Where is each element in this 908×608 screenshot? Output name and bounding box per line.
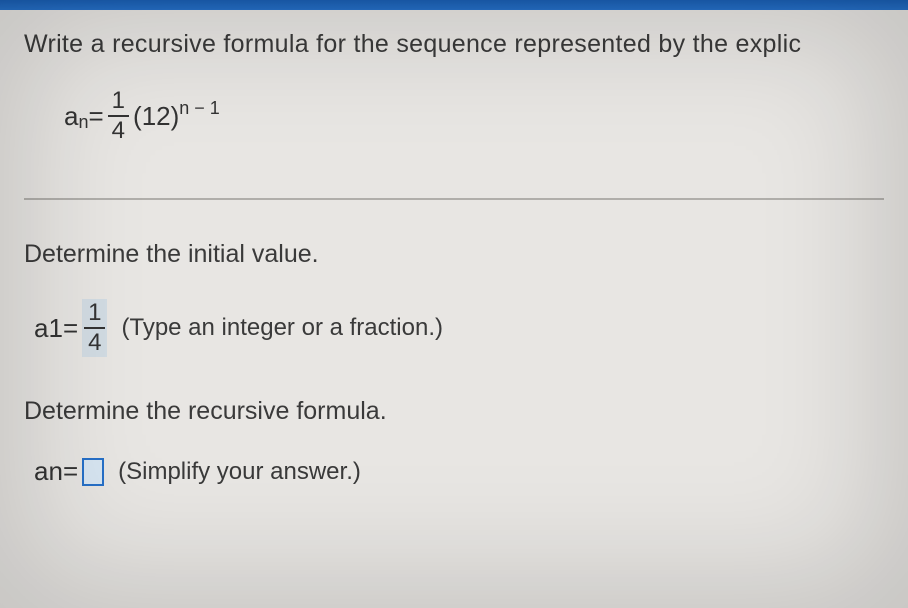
explicit-formula: an = 1 4 (12)n − 1 <box>64 89 884 143</box>
problem-content: Write a recursive formula for the sequen… <box>0 10 908 608</box>
a1-hint: (Type an integer or a fraction.) <box>121 314 443 342</box>
formula-lhs-sub: n <box>78 112 88 133</box>
recursive-formula-input[interactable] <box>82 458 104 486</box>
a1-equals: = <box>63 313 78 344</box>
a1-var: a <box>34 313 48 344</box>
recursive-formula-row: an = (Simplify your answer.) <box>34 456 884 487</box>
section1-heading: Determine the initial value. <box>24 240 884 269</box>
question-prompt: Write a recursive formula for the sequen… <box>24 30 884 59</box>
an-hint: (Simplify your answer.) <box>118 458 361 486</box>
section2-heading: Determine the recursive formula. <box>24 397 884 426</box>
a1-frac-den: 4 <box>84 329 105 355</box>
section-divider <box>24 198 884 200</box>
an-sub: n <box>48 456 62 487</box>
formula-frac-den: 4 <box>108 117 129 143</box>
an-equals: = <box>63 456 78 487</box>
window-title-bar <box>0 0 908 10</box>
formula-lhs-var: a <box>64 101 78 132</box>
formula-equals: = <box>88 101 103 132</box>
an-var: a <box>34 456 48 487</box>
formula-exp: n − 1 <box>179 98 220 119</box>
formula-frac-num: 1 <box>108 89 129 117</box>
formula-fraction: 1 4 <box>108 89 129 143</box>
a1-frac-num: 1 <box>84 301 105 329</box>
initial-value-row: a1 = 1 4 (Type an integer or a fraction.… <box>34 299 884 357</box>
formula-base: (12) <box>133 101 179 132</box>
a1-answer-fraction[interactable]: 1 4 <box>82 299 107 357</box>
a1-sub: 1 <box>48 313 62 344</box>
